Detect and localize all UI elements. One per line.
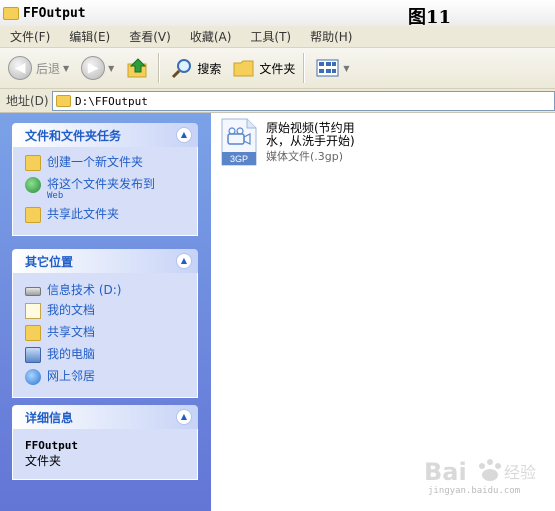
- back-arrow-icon: ◀: [8, 56, 32, 80]
- place-network[interactable]: 网上邻居: [25, 369, 187, 385]
- chevron-down-icon[interactable]: ▼: [108, 64, 114, 73]
- toolbar-divider: [158, 53, 160, 83]
- views-icon: [316, 59, 339, 77]
- file-name[interactable]: 原始视频(节约用水，从洗手开始): [266, 122, 376, 148]
- panel-title: 详细信息: [25, 410, 74, 425]
- place-drive[interactable]: 信息技术 (D:): [25, 283, 187, 297]
- place-label: 信息技术 (D:): [47, 283, 122, 297]
- share-folder-icon: [25, 207, 41, 223]
- search-button[interactable]: 搜索: [167, 52, 225, 84]
- publish-web-icon: [25, 177, 41, 193]
- place-my-documents[interactable]: 我的文档: [25, 303, 187, 319]
- address-path: D:\FFOutput: [75, 94, 148, 108]
- menu-file[interactable]: 文件(F): [10, 28, 50, 45]
- file-type: 媒体文件(.3gp): [266, 150, 344, 163]
- drive-icon: [25, 287, 41, 296]
- panel-header[interactable]: 详细信息 ▲︎: [12, 405, 198, 429]
- task-share-folder[interactable]: 共享此文件夹: [25, 207, 187, 223]
- network-places-icon: [25, 369, 41, 385]
- up-folder-button[interactable]: [122, 52, 154, 84]
- details-panel: 详细信息 ▲︎ FFOutput 文件夹: [12, 405, 198, 480]
- panel-body: FFOutput 文件夹: [12, 429, 198, 480]
- task-label: 共享此文件夹: [47, 207, 120, 221]
- my-documents-icon: [25, 303, 41, 319]
- address-label: 地址(D): [6, 94, 49, 108]
- panel-body: 创建一个新文件夹 将这个文件夹发布到 Web 共享此文件夹: [12, 147, 198, 236]
- menu-view[interactable]: 查看(V): [129, 28, 171, 45]
- place-label: 共享文档: [47, 325, 96, 339]
- task-sub-label: Web: [47, 191, 64, 201]
- video-file-icon[interactable]: 3GP: [219, 118, 259, 166]
- menu-help[interactable]: 帮助(H): [310, 28, 352, 45]
- panel-body: 信息技术 (D:) 我的文档 共享文档 我的电脑 网上邻居: [12, 273, 198, 398]
- forward-arrow-icon: ▶: [81, 56, 106, 80]
- file-badge: 3GP: [230, 154, 248, 164]
- menu-edit[interactable]: 编辑(E): [69, 28, 110, 45]
- back-label: 后退: [36, 61, 61, 76]
- address-input[interactable]: D:\FFOutput: [52, 91, 555, 111]
- folder-icon: [3, 6, 19, 20]
- svg-text:Bai: Bai: [424, 458, 467, 486]
- panel-title: 文件和文件夹任务: [25, 128, 122, 143]
- panel-header[interactable]: 其它位置 ▲︎: [12, 249, 198, 273]
- folders-button[interactable]: 文件夹: [229, 52, 299, 84]
- folders-label: 文件夹: [259, 61, 296, 76]
- up-folder-icon: [127, 58, 147, 78]
- collapse-icon[interactable]: ▲︎: [176, 127, 192, 143]
- task-pane: 文件和文件夹任务 ▲︎ 创建一个新文件夹 将这个文件夹发布到 Web 共享此文件…: [0, 113, 211, 511]
- title-bar: FFOutput 图11: [0, 0, 555, 28]
- my-computer-icon: [25, 347, 41, 363]
- task-publish-web[interactable]: 将这个文件夹发布到 Web: [25, 177, 187, 201]
- panel-title: 其它位置: [25, 254, 74, 269]
- chevron-down-icon: ▼: [343, 63, 350, 73]
- views-button[interactable]: ▼: [312, 52, 353, 84]
- task-new-folder[interactable]: 创建一个新文件夹: [25, 155, 187, 171]
- place-my-computer[interactable]: 我的电脑: [25, 347, 187, 363]
- menu-favorites[interactable]: 收藏(A): [190, 28, 232, 45]
- svg-text:经验: 经验: [504, 463, 536, 482]
- place-shared-documents[interactable]: 共享文档: [25, 325, 187, 341]
- back-button[interactable]: ◀ 后退 ▼: [4, 52, 73, 84]
- file-tasks-panel: 文件和文件夹任务 ▲︎ 创建一个新文件夹 将这个文件夹发布到 Web 共享此文件…: [12, 123, 198, 236]
- task-label: 将这个文件夹发布到: [47, 177, 156, 191]
- other-places-panel: 其它位置 ▲︎ 信息技术 (D:) 我的文档 共享文档 我的电脑 网上邻居: [12, 249, 198, 398]
- forward-button[interactable]: ▶ ▼: [77, 52, 118, 84]
- search-label: 搜索: [197, 61, 222, 76]
- folder-icon: [56, 95, 71, 107]
- folder-icon: [233, 60, 254, 77]
- menu-bar: 文件(F) 编辑(E) 查看(V) 收藏(A) 工具(T) 帮助(H): [0, 26, 555, 48]
- shared-documents-icon: [25, 325, 41, 341]
- panel-header[interactable]: 文件和文件夹任务 ▲︎: [12, 123, 198, 147]
- watermark-text: jingyan.baidu.com: [428, 486, 521, 496]
- detail-type: 文件夹: [25, 454, 62, 468]
- collapse-icon[interactable]: ▲︎: [176, 409, 192, 425]
- search-icon: [172, 59, 192, 79]
- detail-name: FFOutput: [25, 439, 78, 452]
- place-label: 网上邻居: [47, 369, 96, 383]
- task-label: 创建一个新文件夹: [47, 155, 144, 169]
- toolbar-divider: [303, 53, 305, 83]
- collapse-icon[interactable]: ▲︎: [176, 253, 192, 269]
- toolbar: ◀ 后退 ▼ ▶ ▼ 搜索 文件夹 ▼: [0, 48, 555, 89]
- address-bar: 地址(D) D:\FFOutput: [0, 89, 555, 113]
- place-label: 我的文档: [47, 303, 96, 317]
- place-label: 我的电脑: [47, 347, 96, 361]
- menu-tools[interactable]: 工具(T): [250, 28, 291, 45]
- window-title: FFOutput: [23, 5, 86, 21]
- new-folder-icon: [25, 155, 41, 171]
- chevron-down-icon[interactable]: ▼: [63, 64, 69, 73]
